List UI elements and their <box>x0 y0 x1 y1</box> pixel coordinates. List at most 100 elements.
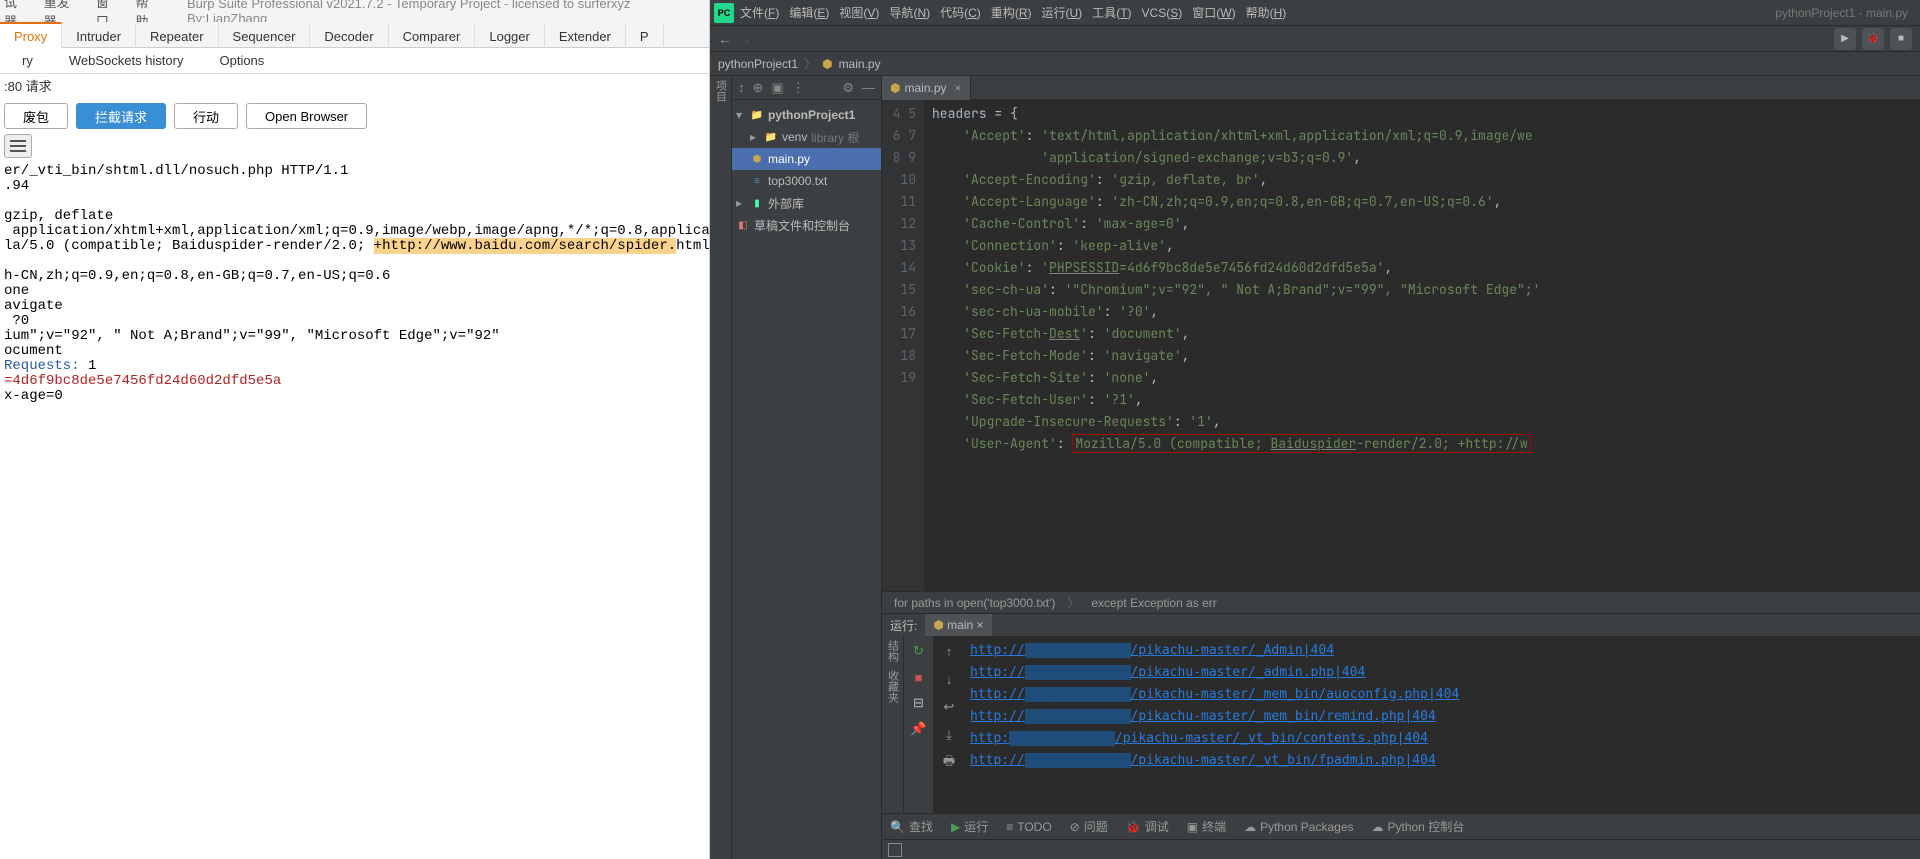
collapse-icon[interactable]: ↕ <box>738 80 745 95</box>
up-icon[interactable]: ↑ <box>940 642 958 660</box>
tab-intruder[interactable]: Intruder <box>62 22 136 48</box>
drop-button[interactable]: 废包 <box>4 103 68 129</box>
tab-sequencer[interactable]: Sequencer <box>219 22 311 48</box>
terminal-tool[interactable]: ▣ 终端 <box>1187 818 1226 835</box>
request-editor[interactable]: er/_vti_bin/shtml.dll/nosuch.php HTTP/1.… <box>0 162 709 859</box>
editor-breadcrumb: for paths in open('top3000.txt') 〉 excep… <box>882 591 1920 613</box>
python-console-tool[interactable]: ☁ Python 控制台 <box>1372 818 1465 835</box>
menu-code[interactable]: 代码(C) <box>940 4 981 21</box>
structure-tool-button[interactable]: 结构 <box>885 640 901 662</box>
chevron-icon: 〉 <box>804 55 816 72</box>
menu-navigate[interactable]: 导航(N) <box>889 4 930 21</box>
list-icon[interactable] <box>4 134 32 158</box>
tree-main-py[interactable]: ⬢ main.py <box>732 148 881 170</box>
tab-comparer[interactable]: Comparer <box>389 22 476 48</box>
menu-file[interactable]: 文件(F) <box>740 4 779 21</box>
tab-main-py[interactable]: ⬢ main.py × <box>882 76 971 100</box>
stop-icon[interactable]: ■ <box>910 668 928 686</box>
layout-icon[interactable]: ⊟ <box>910 694 928 712</box>
run-tool[interactable]: ▶ 运行 <box>951 818 988 835</box>
subtab-options[interactable]: Options <box>201 48 282 74</box>
status-bar <box>882 839 1920 859</box>
debug-config-icon[interactable]: 🐞 <box>1862 28 1884 50</box>
library-icon: ▮ <box>750 196 764 210</box>
close-icon[interactable]: × <box>977 618 984 632</box>
menu-view[interactable]: 视图(V) <box>839 4 879 21</box>
print-icon[interactable]: 🖶 <box>940 754 958 772</box>
run-tab[interactable]: ⬢ main × <box>925 614 991 636</box>
console-link[interactable]: http:// <box>970 753 1025 768</box>
menu-tools[interactable]: 工具(T) <box>1092 4 1131 21</box>
find-tool[interactable]: 🔍 查找 <box>890 818 933 835</box>
code-editor[interactable]: 4 5 6 7 8 9 10 11 12 13 14 15 16 17 18 1… <box>882 100 1920 591</box>
hide-icon[interactable]: — <box>862 80 875 95</box>
expand-icon[interactable]: ▣ <box>771 80 783 96</box>
tab-logger[interactable]: Logger <box>475 22 544 48</box>
console-link[interactable]: http:// <box>970 687 1025 702</box>
console-link[interactable]: /pikachu-master/_mem_bin/auoconfig.php|4… <box>1131 687 1460 702</box>
console-link[interactable]: http:// <box>970 709 1025 724</box>
tab-extender[interactable]: Extender <box>545 22 626 48</box>
menu-vcs[interactable]: VCS(S) <box>1142 6 1183 20</box>
header-key: Requests: <box>4 358 80 374</box>
favorites-tool-button[interactable]: 收藏夹 <box>885 670 901 703</box>
close-icon[interactable]: × <box>955 81 962 95</box>
rerun-icon[interactable]: ↻ <box>910 642 928 660</box>
debug-tool[interactable]: 🐞 调试 <box>1126 818 1169 835</box>
console-link[interactable]: /pikachu-master/_vt_bin/contents.php|404 <box>1115 731 1428 746</box>
stop-icon[interactable]: ■ <box>1890 28 1912 50</box>
console-link[interactable]: http:// <box>970 643 1025 658</box>
tab-more[interactable]: P <box>626 22 664 48</box>
nav-back-icon[interactable]: ← <box>718 31 732 47</box>
more-icon[interactable]: ⋮ <box>792 80 805 96</box>
action-button[interactable]: 行动 <box>174 103 238 129</box>
breadcrumb-item[interactable]: main.py <box>839 57 881 71</box>
tree-external-libs[interactable]: ▸ ▮ 外部库 <box>732 192 881 214</box>
run-body: 结构 收藏夹 ↻ ■ ⊟ 📌 ↑ ↓ ↩ ⤓ 🖶 <box>882 636 1920 813</box>
tree-venv[interactable]: ▸ 📁 venv library 根 <box>732 126 881 148</box>
breadcrumb-item[interactable]: pythonProject1 <box>718 57 798 71</box>
todo-tool[interactable]: ≡ TODO <box>1006 820 1051 834</box>
indicator-icon[interactable] <box>888 843 902 857</box>
tree-project-root[interactable]: ▾ 📁 pythonProject1 <box>732 104 881 126</box>
burp-sub-tabs: ry WebSockets history Options <box>0 48 709 74</box>
project-tool-button[interactable]: 项目 <box>713 80 729 102</box>
console-link[interactable]: /pikachu-master/_vt_bin/fpadmin.php|404 <box>1131 753 1436 768</box>
open-browser-button[interactable]: Open Browser <box>246 103 367 129</box>
subtab-history[interactable]: ry <box>4 48 51 74</box>
run-config-icon[interactable]: ▶ <box>1834 28 1856 50</box>
target-icon[interactable]: ⊕ <box>753 80 764 96</box>
pin-icon[interactable]: 📌 <box>910 720 928 738</box>
chevron-down-icon: ▾ <box>736 108 746 122</box>
console-output[interactable]: http://xxxxxxxxxxxxx/pikachu-master/_Adm… <box>964 636 1920 813</box>
console-link[interactable]: http: <box>970 731 1009 746</box>
menu-run[interactable]: 运行(U) <box>1041 4 1082 21</box>
menu-refactor[interactable]: 重构(R) <box>991 4 1032 21</box>
tab-decoder[interactable]: Decoder <box>310 22 388 48</box>
pycharm-body: 项目 ↕ ⊕ ▣ ⋮ ⚙ — ▾ 📁 pythonProject1 ▸ <box>710 76 1920 859</box>
gear-icon[interactable]: ⚙ <box>842 80 854 96</box>
tab-repeater[interactable]: Repeater <box>136 22 218 48</box>
console-link[interactable]: /pikachu-master/_mem_bin/remind.php|404 <box>1131 709 1436 724</box>
project-tree: ▾ 📁 pythonProject1 ▸ 📁 venv library 根 ⬢ … <box>732 100 881 240</box>
wrap-icon[interactable]: ↩ <box>940 698 958 716</box>
menu-edit[interactable]: 编辑(E) <box>789 4 829 21</box>
crumb-item[interactable]: for paths in open('top3000.txt') <box>894 596 1055 610</box>
console-link[interactable]: /pikachu-master/_admin.php|404 <box>1131 665 1366 680</box>
console-link[interactable]: http:// <box>970 665 1025 680</box>
tab-proxy[interactable]: Proxy <box>0 22 62 48</box>
tree-scratches[interactable]: ◧ 草稿文件和控制台 <box>732 214 881 236</box>
scroll-icon[interactable]: ⤓ <box>940 726 958 744</box>
problems-tool[interactable]: ⊘ 问题 <box>1070 818 1108 835</box>
nav-forward-icon[interactable]: → <box>738 31 752 47</box>
intercept-button[interactable]: 拦截请求 <box>76 103 166 129</box>
menu-help[interactable]: 帮助(H) <box>1246 4 1287 21</box>
subtab-ws-history[interactable]: WebSockets history <box>51 48 202 74</box>
menu-window[interactable]: 窗口(W) <box>1192 4 1235 21</box>
python-packages-tool[interactable]: ☁ Python Packages <box>1244 820 1353 834</box>
down-icon[interactable]: ↓ <box>940 670 958 688</box>
tree-top3000[interactable]: ≡ top3000.txt <box>732 170 881 192</box>
crumb-item[interactable]: except Exception as err <box>1091 596 1216 610</box>
console-link[interactable]: /pikachu-master/_Admin|404 <box>1131 643 1335 658</box>
code-content[interactable]: headers = { 'Accept': 'text/html,applica… <box>924 100 1920 591</box>
